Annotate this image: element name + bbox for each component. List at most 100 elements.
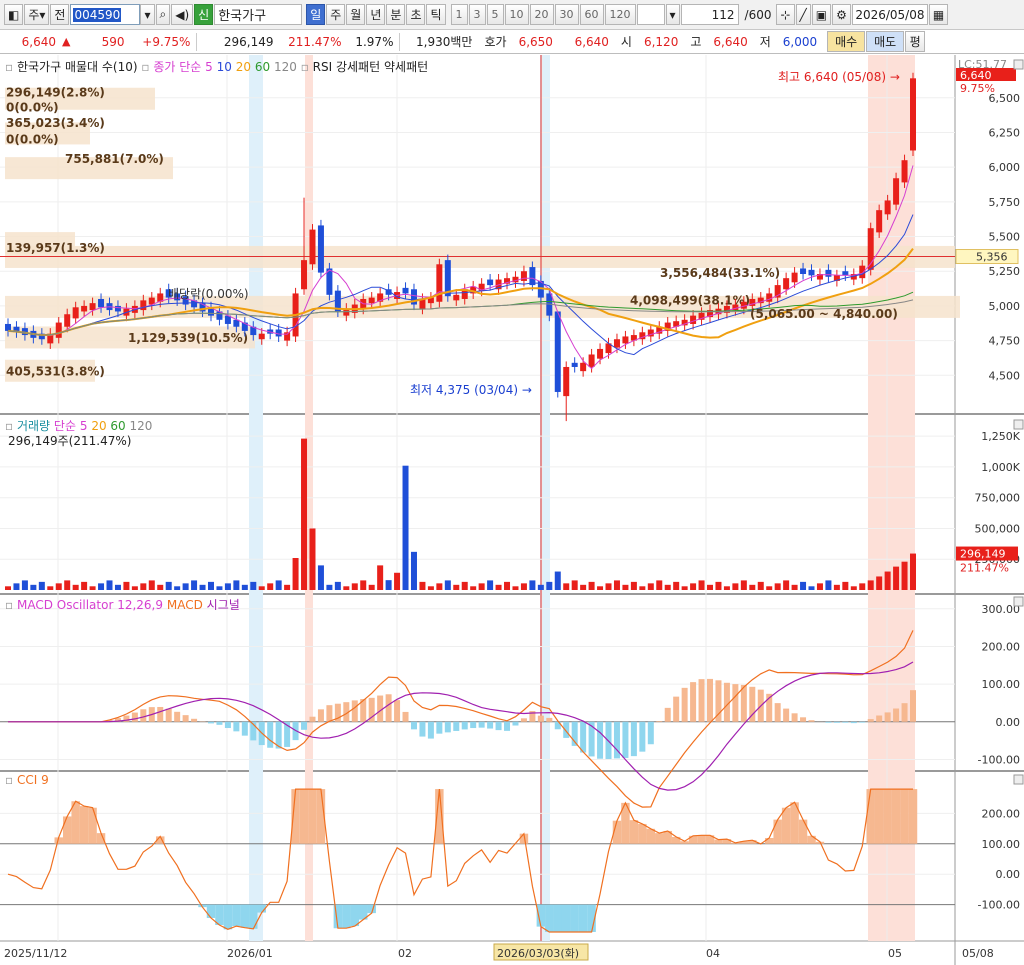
- draw-tool-icon[interactable]: ╱: [795, 4, 811, 25]
- candle-body: [580, 362, 587, 372]
- candle-body: [766, 293, 773, 302]
- sound-icon[interactable]: ◀): [171, 4, 194, 25]
- volume-profile-label: 296,149(2.8%): [6, 85, 105, 99]
- price-tag-label: 6,640: [960, 69, 992, 82]
- new-badge[interactable]: 신: [194, 4, 214, 25]
- cci-y-label: 100.00: [982, 838, 1021, 851]
- code-dropdown-icon[interactable]: ▾: [140, 4, 155, 25]
- macd-osc-bar: [656, 721, 663, 722]
- period-day-dropdown[interactable]: 주 ▾: [24, 4, 50, 25]
- volume-bar: [47, 586, 54, 590]
- cci-overbought-fill: [781, 807, 791, 844]
- cci-overbought-fill: [773, 819, 782, 844]
- candle-body: [5, 323, 11, 331]
- volume-bar: [757, 581, 764, 590]
- macd-osc-bar: [140, 709, 147, 722]
- cci-overbought-fill: [764, 837, 774, 844]
- volume-profile-label: 1,129,539(10.5%): [128, 331, 248, 345]
- volume-bar: [554, 571, 561, 590]
- stock-name-field[interactable]: 한국가구: [214, 4, 303, 25]
- gear-icon[interactable]: ⚙: [832, 4, 851, 25]
- macd-osc-bar: [597, 721, 604, 759]
- period-monthly-button[interactable]: 월: [346, 4, 366, 25]
- candle-body: [808, 269, 815, 276]
- calendar-icon[interactable]: ▦: [928, 4, 949, 25]
- save-icon[interactable]: ▣: [811, 4, 832, 25]
- volume-bar: [13, 583, 20, 590]
- interval-dropdown-icon[interactable]: ▾: [665, 4, 680, 25]
- volume-bar: [301, 438, 308, 590]
- candle-body: [571, 362, 578, 367]
- interval-5-button[interactable]: 5: [486, 4, 504, 25]
- trade-amount: 1,930백만: [416, 35, 473, 49]
- legend-vol-ma20: 20: [91, 419, 107, 433]
- cci-y-label: 0.00: [996, 868, 1021, 881]
- period-tick-button[interactable]: 틱: [426, 4, 446, 25]
- interval-10-button[interactable]: 10: [504, 4, 529, 25]
- sell-button[interactable]: 매도: [866, 31, 905, 52]
- legend-cci: CCI 9: [16, 773, 49, 787]
- macd-osc-bar: [351, 700, 358, 722]
- buy-button[interactable]: 매수: [827, 31, 866, 52]
- interval-custom-input[interactable]: [636, 4, 665, 25]
- macd-osc-bar: [267, 721, 274, 748]
- crosshair-icon[interactable]: ⊹: [776, 4, 795, 25]
- interval-3-button[interactable]: 3: [468, 4, 486, 25]
- interval-1-button[interactable]: 1: [450, 4, 468, 25]
- macd-osc-bar: [825, 721, 832, 723]
- volume-bar: [182, 583, 189, 590]
- macd-osc-bar: [800, 717, 807, 722]
- x-axis-label: 2026/03/03(화): [497, 947, 579, 960]
- avg-button[interactable]: 평: [905, 31, 926, 52]
- date-input[interactable]: 2026/05/08: [851, 4, 928, 25]
- count-value: 112: [711, 7, 735, 22]
- volume-bar: [816, 583, 823, 590]
- macd-osc-bar: [410, 721, 417, 730]
- period-minute-button[interactable]: 분: [386, 4, 406, 25]
- chart-canvas[interactable]: 6,5006,2506,0005,7505,5005,2505,0004,750…: [0, 55, 1024, 965]
- macd-osc-bar: [639, 721, 646, 752]
- period-second-button[interactable]: 초: [406, 4, 426, 25]
- candle-body: [613, 339, 620, 348]
- volume-bar: [529, 580, 536, 590]
- count-input[interactable]: 112: [680, 4, 739, 25]
- candle-body: [275, 329, 282, 337]
- interval-120-button[interactable]: 120: [604, 4, 636, 25]
- up-arrow-icon: ▲: [62, 35, 71, 48]
- volume-bar: [910, 553, 916, 590]
- macd-osc-bar: [461, 721, 468, 730]
- candle-body: [884, 200, 891, 215]
- period-weekly-button[interactable]: 주: [326, 4, 346, 25]
- legend-vol-ma5: 5: [79, 419, 88, 433]
- quote-bar: 6,640 ▲ 590 +9.75% 296,149 211.47% 1.97%…: [0, 30, 1024, 54]
- macd-osc-bar: [385, 694, 392, 722]
- main-toolbar: ◧ 주 ▾ 전 004590 ▾ ⌕ ◀) 신 한국가구 일 주 월 년 분 초 …: [0, 0, 1024, 30]
- volume-bar: [664, 584, 671, 590]
- ask-price-1: 6,650: [518, 34, 553, 49]
- candle-body: [859, 265, 866, 279]
- interval-20-button[interactable]: 20: [529, 4, 554, 25]
- interval-30-button[interactable]: 30: [554, 4, 579, 25]
- volume-bar: [30, 584, 37, 590]
- chart-menu-icon[interactable]: ◧: [4, 4, 24, 25]
- candle-body: [622, 336, 629, 344]
- volume-bar: [21, 580, 28, 590]
- high-price: 6,640: [713, 34, 748, 49]
- volume-bar: [360, 580, 367, 590]
- panel-close-icon: [1013, 59, 1024, 70]
- period-daily-button[interactable]: 일: [306, 4, 326, 25]
- volume-bar: [605, 583, 612, 590]
- stock-code-value: 004590: [73, 7, 122, 22]
- search-icon[interactable]: ⌕: [155, 4, 171, 25]
- volume-y-label: 1,000K: [981, 461, 1020, 474]
- stock-code-input[interactable]: 004590: [70, 4, 141, 25]
- volume-bar: [698, 580, 705, 590]
- cci-y-label: 200.00: [982, 807, 1021, 820]
- period-yearly-button[interactable]: 년: [366, 4, 386, 25]
- macd-osc-bar: [859, 721, 866, 723]
- cci-overbought-fill: [874, 789, 884, 844]
- macd-osc-bar: [707, 678, 714, 722]
- volume-bar: [207, 581, 214, 590]
- interval-60-button[interactable]: 60: [579, 4, 604, 25]
- prev-button[interactable]: 전: [50, 4, 70, 25]
